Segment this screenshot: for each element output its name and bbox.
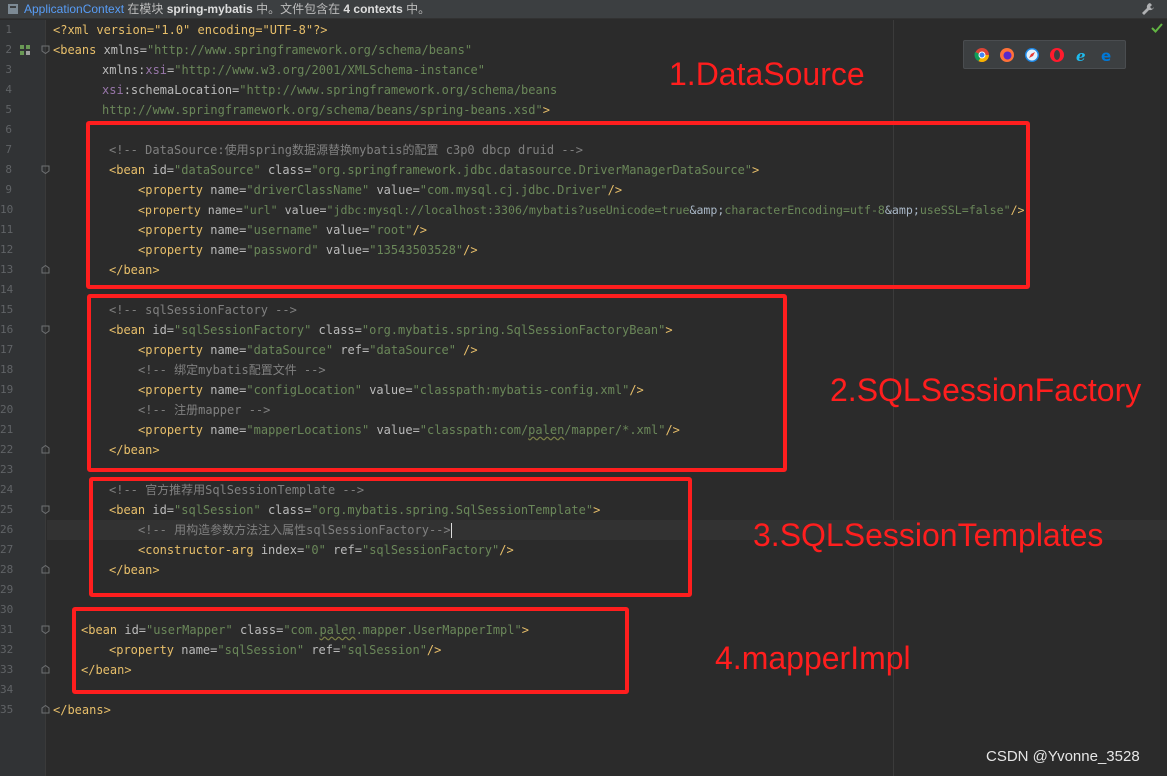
fold-icon[interactable] — [41, 165, 50, 174]
line-number: 7 — [5, 143, 12, 156]
line-number: 10 — [0, 203, 14, 216]
fold-icon[interactable] — [41, 705, 50, 714]
line-number: 19 — [0, 383, 14, 396]
code-line-2[interactable]: <beans xmlns="http://www.springframework… — [53, 40, 472, 60]
annotation-label-mapperimpl: 4.mapperImpl — [715, 640, 911, 676]
fold-icon[interactable] — [41, 625, 50, 634]
fold-icon[interactable] — [41, 665, 50, 674]
line-number: 21 — [0, 423, 14, 436]
svg-text:e: e — [1101, 47, 1111, 63]
mapperimpl-highlight-box — [72, 607, 629, 694]
ie-icon[interactable]: e — [1074, 47, 1090, 63]
line-number: 26 — [0, 523, 14, 536]
wrench-icon[interactable] — [1141, 2, 1155, 16]
line-number: 32 — [0, 643, 14, 656]
context-status-bar: ApplicationContext 在模块 spring-mybatis 中。… — [0, 0, 1167, 19]
browser-preview-bar: e e — [963, 40, 1126, 69]
firefox-icon[interactable] — [999, 47, 1015, 63]
sqlsessiontemplate-highlight-box — [89, 477, 692, 597]
fold-icon[interactable] — [41, 265, 50, 274]
fold-icon[interactable] — [41, 565, 50, 574]
line-number: 29 — [0, 583, 14, 596]
line-number: 35 — [0, 703, 14, 716]
svg-text:e: e — [1076, 47, 1086, 63]
line-number: 6 — [5, 123, 12, 136]
line-number: 25 — [0, 503, 14, 516]
line-number: 11 — [0, 223, 14, 236]
line-number: 1 — [5, 23, 12, 36]
annotation-label-datasource: 1.DataSource — [669, 56, 865, 92]
application-context-link[interactable]: ApplicationContext — [24, 2, 124, 16]
line-number: 8 — [5, 163, 12, 176]
line-number: 28 — [0, 563, 14, 576]
line-number: 33 — [0, 663, 14, 676]
code-line-5[interactable]: http://www.springframework.org/schema/be… — [102, 100, 550, 120]
sqlsessionfactory-highlight-box — [87, 294, 787, 472]
line-number: 24 — [0, 483, 14, 496]
line-number: 2 — [5, 43, 12, 56]
opera-icon[interactable] — [1049, 47, 1065, 63]
line-number: 18 — [0, 363, 14, 376]
line-number: 13 — [0, 263, 14, 276]
check-icon — [1151, 23, 1163, 33]
line-number: 17 — [0, 343, 14, 356]
code-line-35[interactable]: </beans> — [53, 700, 111, 720]
fold-icon[interactable] — [41, 325, 50, 334]
line-number: 31 — [0, 623, 14, 636]
line-number: 15 — [0, 303, 14, 316]
annotation-label-sqlsessiontemplates: 3.SQLSessionTemplates — [753, 517, 1104, 553]
line-number: 23 — [0, 463, 14, 476]
line-number: 3 — [5, 63, 12, 76]
application-context-icon — [8, 4, 18, 14]
line-number: 16 — [0, 323, 14, 336]
fold-icon[interactable] — [41, 45, 50, 54]
line-number: 34 — [0, 683, 14, 696]
annotation-label-sqlsessionfactory: 2.SQLSessionFactory — [830, 372, 1142, 408]
edge-icon[interactable]: e — [1099, 47, 1115, 63]
code-line-3[interactable]: xmlns:xsi="http://www.w3.org/2001/XMLSch… — [102, 60, 485, 80]
line-number: 27 — [0, 543, 14, 556]
line-number: 20 — [0, 403, 14, 416]
line-number: 30 — [0, 603, 14, 616]
chrome-icon[interactable] — [974, 47, 990, 63]
code-line-1[interactable]: <?xml version="1.0" encoding="UTF-8"?> — [53, 20, 328, 40]
context-message: ApplicationContext 在模块 spring-mybatis 中。… — [24, 2, 431, 16]
code-line-4[interactable]: xsi:schemaLocation="http://www.springfra… — [102, 80, 557, 100]
line-number: 9 — [5, 183, 12, 196]
fold-icon[interactable] — [41, 505, 50, 514]
spring-bean-icon[interactable] — [19, 44, 31, 56]
fold-icon[interactable] — [41, 445, 50, 454]
safari-icon[interactable] — [1024, 47, 1040, 63]
watermark: CSDN @Yvonne_3528 — [986, 748, 1140, 765]
datasource-highlight-box — [86, 121, 1030, 289]
line-number: 22 — [0, 443, 14, 456]
line-number: 14 — [0, 283, 14, 296]
line-number: 5 — [5, 103, 12, 116]
line-number: 4 — [5, 83, 12, 96]
line-number: 12 — [0, 243, 14, 256]
